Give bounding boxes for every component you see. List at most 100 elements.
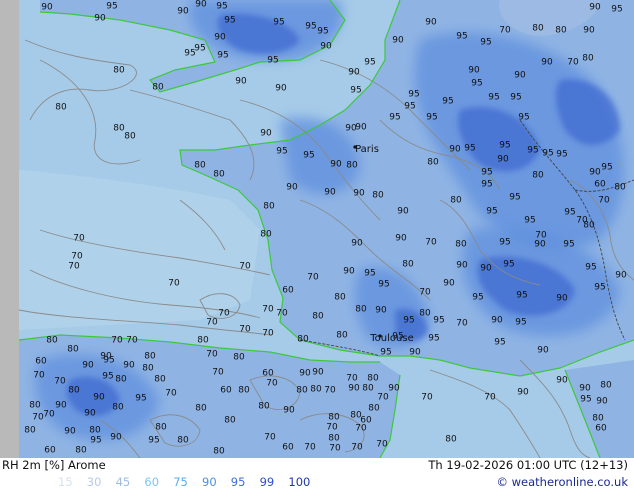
contour-label: 95 bbox=[404, 102, 415, 112]
contour-label: 95 bbox=[585, 263, 596, 273]
contour-label: 70 bbox=[499, 26, 511, 36]
contour-label: 95 bbox=[364, 269, 375, 279]
contour-label: 90 bbox=[348, 68, 360, 78]
contour-label: 80 bbox=[455, 240, 467, 250]
contour-label: 95 bbox=[527, 146, 538, 156]
contour-label: 90 bbox=[583, 26, 595, 36]
contour-label: 95 bbox=[380, 348, 391, 358]
contour-label: 95 bbox=[389, 113, 400, 123]
contour-label: 80 bbox=[233, 353, 245, 363]
contour-label: 70 bbox=[264, 433, 276, 443]
contour-label: 90 bbox=[94, 14, 106, 24]
contour-label: 90 bbox=[214, 33, 226, 43]
contour-label: 80 bbox=[260, 230, 272, 240]
rh-map: 909095 90 95959095 95 959090959595 9580808080… bbox=[0, 0, 634, 458]
contour-label: 80 bbox=[346, 161, 358, 171]
contour-label: 95 bbox=[456, 32, 467, 42]
contour-label: 80 bbox=[24, 426, 36, 436]
contour-label: 90 bbox=[596, 397, 608, 407]
contour-label: 80 bbox=[177, 436, 189, 446]
contour-label: 70 bbox=[206, 318, 218, 328]
contour-label: 70 bbox=[43, 410, 55, 420]
contour-label: 70 bbox=[419, 288, 431, 298]
contour-label: 70 bbox=[73, 234, 85, 244]
contour-label: 90 bbox=[275, 84, 287, 94]
contour-label: 95 bbox=[503, 260, 514, 270]
contour-label: 95 bbox=[90, 436, 101, 446]
contour-label: 95 bbox=[516, 291, 527, 301]
contour-label: 95 bbox=[481, 180, 492, 190]
contour-label: 70 bbox=[307, 273, 319, 283]
contour-label: 95 bbox=[103, 356, 114, 366]
footer-bar: RH 2m [%] Arome Th 19-02-2026 01:00 UTC … bbox=[0, 458, 634, 490]
contour-label: 90 bbox=[343, 267, 355, 277]
legend-item: 15 bbox=[58, 475, 73, 489]
contour-label: 95 bbox=[224, 16, 235, 26]
contour-label: 60 bbox=[35, 357, 47, 367]
contour-label: 90 bbox=[395, 234, 407, 244]
contour-label: 80 bbox=[310, 385, 322, 395]
contour-label: 80 bbox=[258, 402, 270, 412]
contour-label: 90 bbox=[579, 384, 591, 394]
contour-label: 60 bbox=[220, 386, 232, 396]
city-label-paris: Paris bbox=[355, 144, 379, 155]
contour-label: 80 bbox=[224, 416, 236, 426]
contour-label: 95 bbox=[471, 79, 482, 89]
contour-label: 90 bbox=[388, 384, 400, 394]
contour-label: 90 bbox=[615, 271, 627, 281]
contour-label: 80 bbox=[328, 434, 340, 444]
contour-label: 60 bbox=[595, 424, 607, 434]
contour-label: 70 bbox=[206, 350, 218, 360]
contour-label: 80 bbox=[555, 26, 567, 36]
contour-label: 70 bbox=[567, 58, 579, 68]
contour-label: 80 bbox=[213, 447, 225, 457]
contour-label: 95 bbox=[509, 193, 520, 203]
contour-label: 95 bbox=[480, 38, 491, 48]
contour-label: 70 bbox=[239, 325, 251, 335]
contour-label: 95 bbox=[267, 56, 278, 66]
contour-label: 95 bbox=[428, 334, 439, 344]
contour-label: 95 bbox=[601, 163, 612, 173]
contour-label: 70 bbox=[425, 238, 437, 248]
contour-label: 70 bbox=[32, 413, 44, 423]
contour-label: 95 bbox=[106, 2, 117, 12]
city-label-toulouse: Toulouse bbox=[369, 333, 413, 344]
contour-label: 70 bbox=[456, 319, 468, 329]
contour-label: 90 bbox=[425, 18, 437, 28]
contour-label: 80 bbox=[155, 423, 167, 433]
contour-label: 70 bbox=[355, 424, 367, 434]
contour-label: 95 bbox=[433, 316, 444, 326]
contour-label: 80 bbox=[194, 161, 206, 171]
contour-label: 70 bbox=[376, 440, 388, 450]
contour-label: 90 bbox=[491, 316, 503, 326]
contour-label: 60 bbox=[282, 443, 294, 453]
contour-label: 60 bbox=[262, 369, 274, 379]
contour-label: 70 bbox=[276, 309, 288, 319]
legend-item: 90 bbox=[202, 475, 217, 489]
contour-label: 90 bbox=[82, 361, 94, 371]
contour-label: 90 bbox=[497, 155, 509, 165]
contour-label: 95 bbox=[350, 86, 361, 96]
contour-label: 80 bbox=[113, 66, 125, 76]
contour-label: 70 bbox=[168, 279, 180, 289]
legend-item: 95 bbox=[230, 475, 246, 489]
contour-label: 90 bbox=[55, 401, 67, 411]
contour-label: 80 bbox=[336, 331, 348, 341]
contour-label: 90 bbox=[93, 393, 105, 403]
contour-label: 70 bbox=[68, 262, 80, 272]
contour-label: 95 bbox=[611, 5, 622, 15]
contour-label: 90 bbox=[260, 129, 272, 139]
legend-item: 100 bbox=[288, 475, 311, 489]
contour-label: 80 bbox=[402, 260, 414, 270]
contour-label: 80 bbox=[112, 403, 124, 413]
contour-label: 80 bbox=[427, 158, 439, 168]
contour-label: 90 bbox=[556, 376, 568, 386]
contour-label: 70 bbox=[126, 336, 138, 346]
contour-label: 80 bbox=[368, 404, 380, 414]
contour-label: 95 bbox=[217, 51, 228, 61]
contour-label: 80 bbox=[362, 384, 374, 394]
contour-label: 95 bbox=[403, 316, 414, 326]
contour-label: 95 bbox=[524, 216, 535, 226]
contour-label: 80 bbox=[355, 305, 367, 315]
contour-label: 80 bbox=[419, 309, 431, 319]
